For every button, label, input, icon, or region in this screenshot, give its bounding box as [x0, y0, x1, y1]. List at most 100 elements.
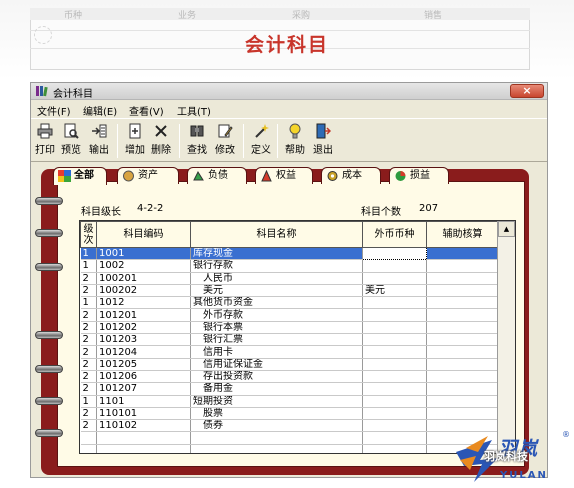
cell-code[interactable]: 100201 [96, 272, 191, 285]
cell-level[interactable]: 2 [80, 308, 97, 322]
table-row[interactable]: 1 1012 其他货币资金 [80, 296, 499, 310]
tab-assets[interactable]: 资产 [117, 167, 179, 184]
table-row[interactable]: 2 101205 信用证保证金 [80, 358, 499, 371]
table-row[interactable]: 2 101204 信用卡 [80, 345, 499, 359]
header-code[interactable]: 科目编码 [96, 221, 191, 248]
cell-code[interactable]: 110102 [96, 419, 191, 433]
cell-level[interactable]: 2 [80, 382, 97, 396]
tab-equity[interactable]: 权益 [255, 167, 313, 184]
cell-name[interactable]: 债券 [190, 419, 363, 433]
table-row[interactable]: 2 101201 外币存款 [80, 308, 499, 322]
table-row[interactable]: 2 101206 存出投资款 [80, 370, 499, 384]
cell-name[interactable]: 信用卡 [190, 345, 363, 359]
cell-code[interactable]: 101205 [96, 358, 191, 371]
cell-name[interactable]: 短期投资 [190, 395, 363, 408]
cell-level[interactable]: 2 [80, 284, 97, 298]
table-row[interactable]: 2 110101 股票 [80, 407, 499, 421]
header-level[interactable]: 级次 [80, 221, 97, 248]
cell-auxiliary[interactable] [426, 358, 499, 371]
close-button[interactable]: × [510, 84, 544, 98]
cell-auxiliary[interactable] [426, 395, 499, 408]
tab-liabilities[interactable]: 负债 [187, 167, 247, 184]
cell-level[interactable]: 2 [80, 345, 97, 359]
cell-name[interactable]: 信用证保证金 [190, 358, 363, 371]
table-row[interactable]: 2 101203 银行汇票 [80, 333, 499, 347]
cell-name[interactable]: 库存现金 [190, 247, 363, 261]
cell-level[interactable]: 2 [80, 272, 97, 285]
menu-view[interactable]: 查看(V) [129, 103, 164, 118]
cell-name[interactable]: 美元 [190, 284, 363, 298]
cell-auxiliary[interactable] [426, 407, 499, 421]
cell-level[interactable]: 2 [80, 321, 97, 335]
cell-auxiliary[interactable] [426, 284, 499, 298]
cell-currency[interactable] [362, 382, 427, 396]
cell-code[interactable]: 101201 [96, 308, 191, 322]
cell-name[interactable]: 备用金 [190, 382, 363, 396]
table-row[interactable]: 1 1101 短期投资 [80, 395, 499, 408]
cell-currency[interactable] [362, 407, 427, 421]
cell-level[interactable]: 2 [80, 419, 97, 433]
cell-auxiliary[interactable] [426, 382, 499, 396]
vertical-scrollbar[interactable]: ▲ [497, 221, 515, 453]
cell-code[interactable]: 101204 [96, 345, 191, 359]
exit-button[interactable]: 退出 [311, 122, 335, 160]
cell-auxiliary[interactable] [426, 308, 499, 322]
cell-auxiliary[interactable] [426, 247, 499, 261]
print-button[interactable]: 打印 [33, 122, 57, 160]
table-row[interactable]: 2 101202 银行本票 [80, 321, 499, 335]
cell-name[interactable]: 外币存款 [190, 308, 363, 322]
add-button[interactable]: 增加 [123, 122, 147, 160]
cell-currency[interactable] [362, 419, 427, 433]
tab-all[interactable]: 全部 [53, 167, 107, 185]
cell-currency[interactable] [362, 395, 427, 408]
cell-name[interactable]: 存出投资款 [190, 370, 363, 384]
table-row[interactable]: 2 101207 备用金 [80, 382, 499, 396]
cell-currency[interactable] [362, 272, 427, 285]
cell-code[interactable]: 101207 [96, 382, 191, 396]
cell-code[interactable]: 110101 [96, 407, 191, 421]
cell-currency[interactable] [362, 370, 427, 384]
cell-level[interactable]: 2 [80, 333, 97, 347]
tab-profit-loss[interactable]: 损益 [389, 167, 449, 184]
cell-currency[interactable] [362, 345, 427, 359]
menu-tools[interactable]: 工具(T) [177, 103, 211, 118]
cell-currency[interactable] [362, 308, 427, 322]
cell-currency[interactable] [362, 296, 427, 310]
cell-level[interactable]: 2 [80, 407, 97, 421]
delete-button[interactable]: 删除 [149, 122, 173, 160]
cell-currency[interactable] [362, 358, 427, 371]
define-button[interactable]: 定义 [249, 122, 273, 160]
cell-currency[interactable] [362, 259, 427, 273]
cell-auxiliary[interactable] [426, 321, 499, 335]
cell-code[interactable]: 100202 [96, 284, 191, 298]
cell-code[interactable]: 101202 [96, 321, 191, 335]
table-row[interactable]: 2 100202 美元 美元 [80, 284, 499, 298]
cell-auxiliary[interactable] [426, 259, 499, 273]
header-auxiliary[interactable]: 辅助核算 [426, 221, 499, 248]
cell-name[interactable]: 银行本票 [190, 321, 363, 335]
cell-currency[interactable] [362, 333, 427, 347]
scroll-up-button[interactable]: ▲ [498, 221, 515, 237]
cell-code[interactable]: 101206 [96, 370, 191, 384]
table-row[interactable]: 1 1002 银行存款 [80, 259, 499, 273]
header-name[interactable]: 科目名称 [190, 221, 363, 248]
cell-code[interactable]: 101203 [96, 333, 191, 347]
table-row[interactable]: 1 1001 库存现金 [80, 246, 499, 261]
header-currency[interactable]: 外币币种 [362, 221, 427, 248]
cell-auxiliary[interactable] [426, 345, 499, 359]
tab-cost[interactable]: 成本 [321, 167, 381, 184]
cell-name[interactable]: 人民币 [190, 272, 363, 285]
find-button[interactable]: 查找 [185, 122, 209, 160]
help-button[interactable]: 帮助 [283, 122, 307, 160]
cell-level[interactable]: 2 [80, 358, 97, 371]
menu-file[interactable]: 文件(F) [37, 103, 71, 118]
cell-name[interactable]: 银行汇票 [190, 333, 363, 347]
cell-auxiliary[interactable] [426, 272, 499, 285]
cell-name[interactable]: 银行存款 [190, 259, 363, 273]
cell-currency[interactable] [362, 246, 427, 261]
cell-code[interactable]: 1001 [96, 247, 191, 261]
preview-button[interactable]: 预览 [59, 122, 83, 160]
cell-level[interactable]: 2 [80, 370, 97, 384]
cell-level[interactable]: 1 [80, 259, 97, 273]
table-row[interactable]: 2 110102 债券 [80, 419, 499, 433]
